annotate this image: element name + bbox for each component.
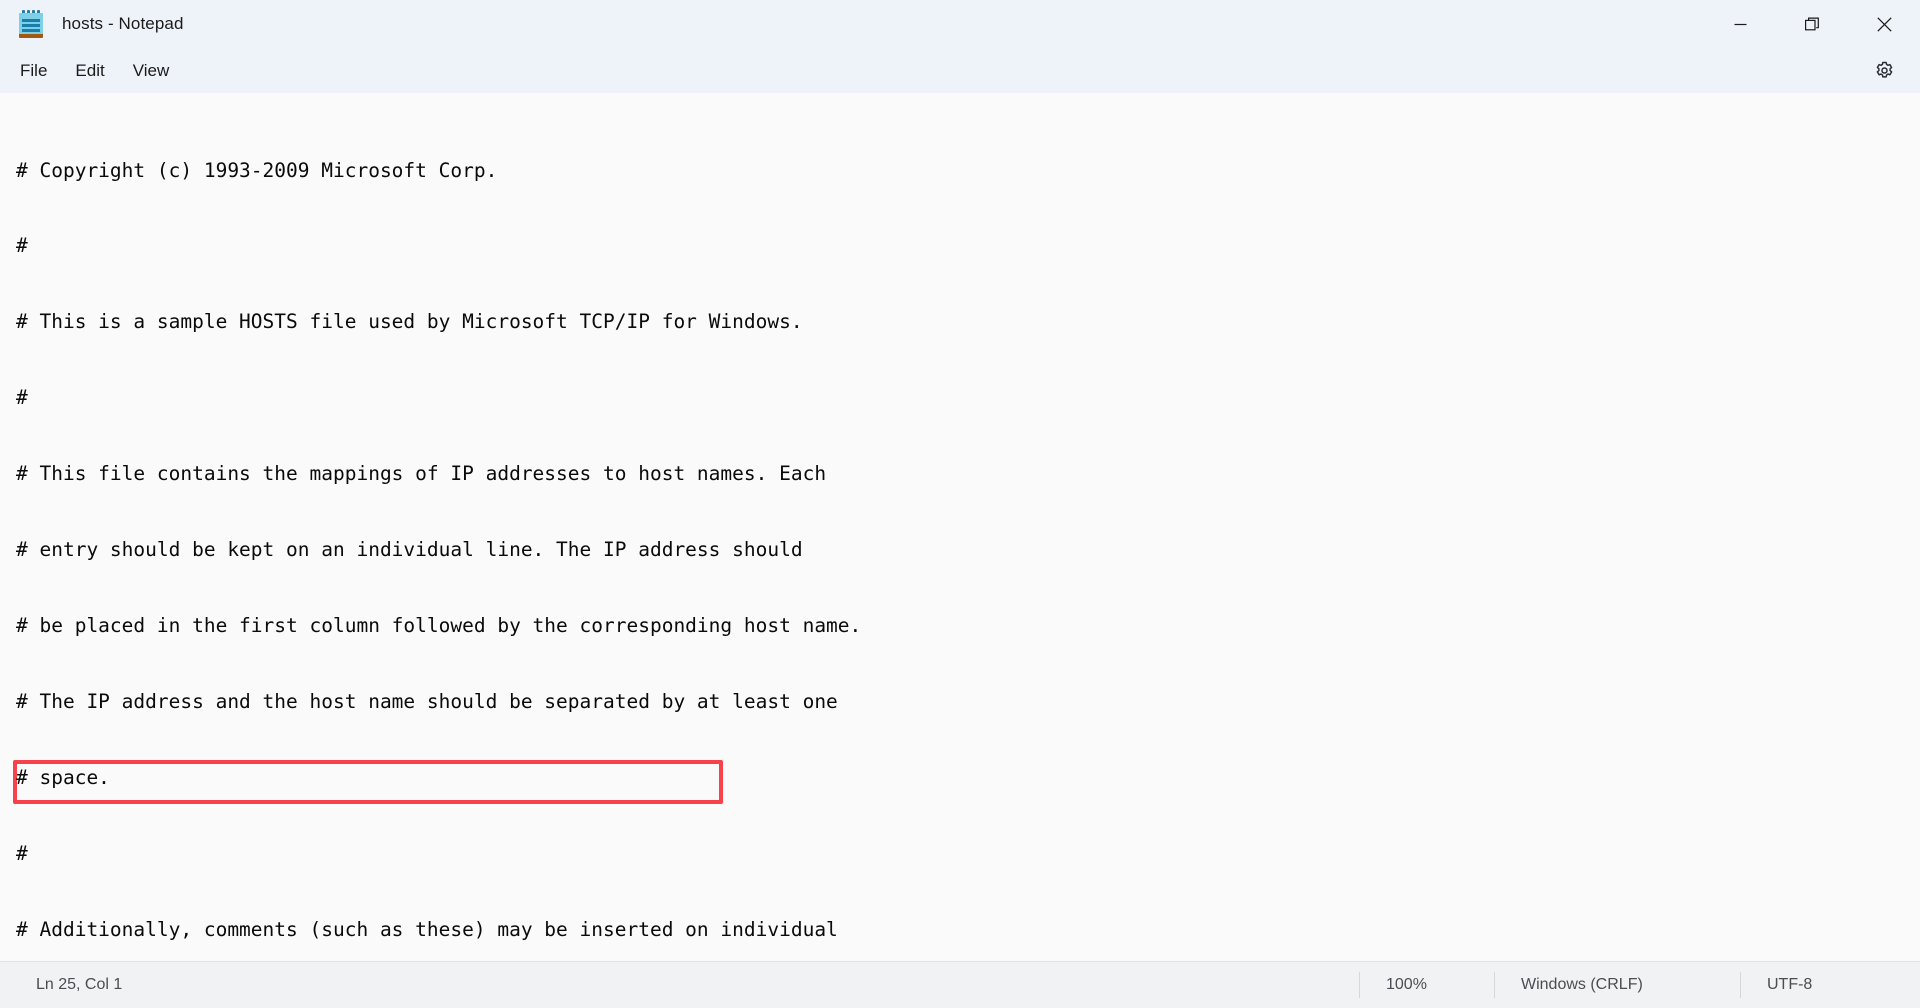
close-button[interactable] (1848, 0, 1920, 48)
settings-button[interactable] (1864, 53, 1904, 89)
text-line: # This file contains the mappings of IP … (16, 462, 827, 486)
notepad-icon (18, 10, 44, 38)
text-line: # The IP address and the host name shoul… (16, 689, 838, 713)
cursor-position: Ln 25, Col 1 (36, 976, 123, 993)
title-bar-left: hosts - Notepad (0, 10, 184, 38)
encoding-indicator[interactable]: UTF-8 (1740, 972, 1920, 998)
notepad-window: hosts - Notepad File Edit View # Copyrig… (0, 0, 1920, 1008)
text-line: # Copyright (c) 1993-2009 Microsoft Corp… (16, 158, 498, 182)
zoom-level[interactable]: 100% (1359, 972, 1494, 998)
text-line: # space. (16, 765, 110, 789)
text-line: # be placed in the first column followed… (16, 613, 862, 637)
text-editor-area[interactable]: # Copyright (c) 1993-2009 Microsoft Corp… (0, 93, 1920, 961)
menu-bar: File Edit View (0, 48, 1920, 93)
title-bar: hosts - Notepad (0, 0, 1920, 48)
line-ending-indicator[interactable]: Windows (CRLF) (1494, 972, 1740, 998)
menu-item-edit[interactable]: Edit (61, 55, 118, 87)
window-controls (1704, 0, 1920, 48)
text-line: # (16, 841, 28, 865)
minimize-icon (1734, 23, 1746, 25)
text-line: # Additionally, comments (such as these)… (16, 917, 838, 941)
close-icon (1876, 16, 1892, 32)
document-text[interactable]: # Copyright (c) 1993-2009 Microsoft Corp… (16, 107, 1920, 961)
menu-item-view[interactable]: View (119, 55, 184, 87)
minimize-button[interactable] (1704, 0, 1776, 48)
menu-item-file[interactable]: File (6, 55, 61, 87)
text-line: # entry should be kept on an individual … (16, 538, 803, 562)
maximize-restore-button[interactable] (1776, 0, 1848, 48)
restore-icon (1804, 17, 1819, 30)
text-line: # This is a sample HOSTS file used by Mi… (16, 310, 803, 334)
text-line: # (16, 234, 28, 258)
status-bar: Ln 25, Col 1 100% Windows (CRLF) UTF-8 (0, 961, 1920, 1008)
gear-icon (1876, 61, 1892, 78)
text-line: # (16, 386, 28, 410)
window-title: hosts - Notepad (62, 14, 184, 33)
